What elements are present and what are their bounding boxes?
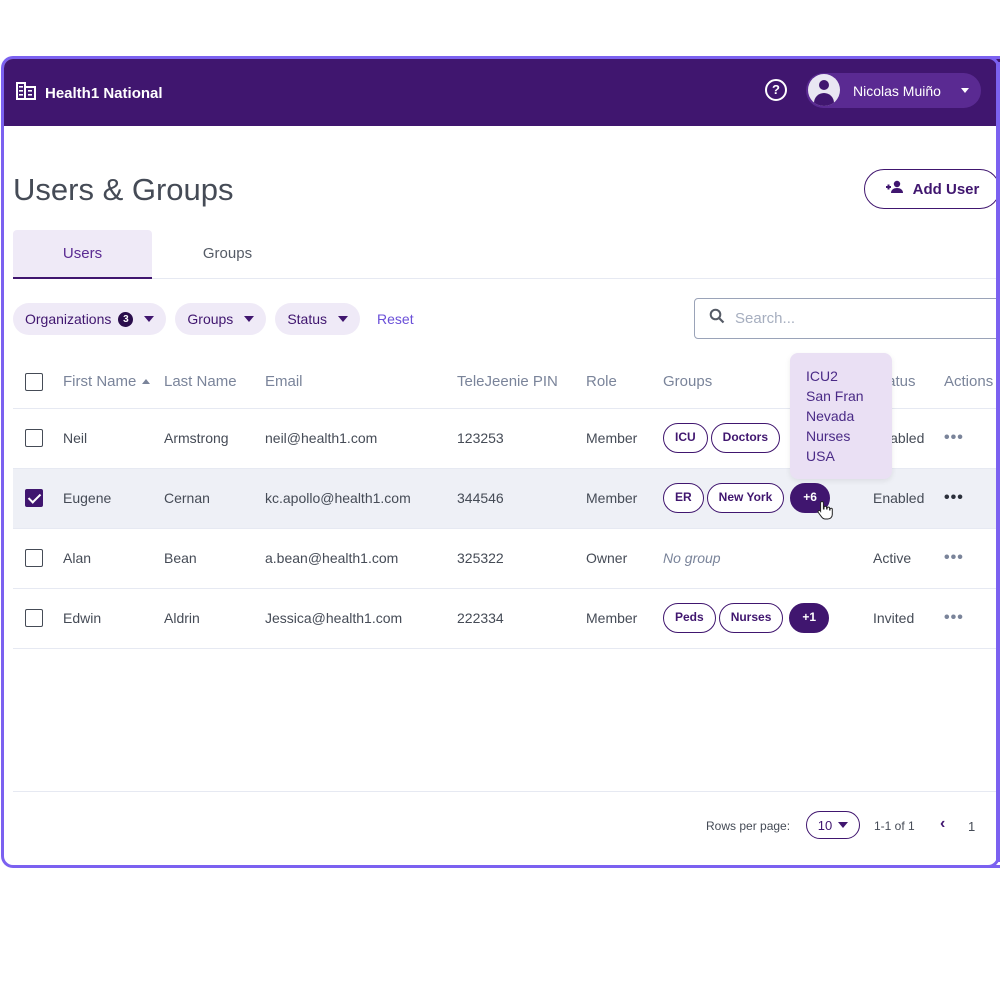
row-checkbox[interactable] [25,489,43,507]
caret-down-icon [144,316,155,322]
search-box[interactable] [694,298,1000,339]
cell-pin: 222334 [457,588,586,649]
row-checkbox[interactable] [25,609,43,627]
column-header-last-name[interactable]: Last Name [164,356,265,409]
add-user-button[interactable]: Add User [864,169,1000,209]
caret-down-icon [961,88,969,93]
top-bar: Health1 National ? Nicolas Muiño [4,59,1000,126]
search-input[interactable] [735,310,965,327]
tooltip-item: ICU2 [806,368,838,384]
org-name: Health1 National [45,85,163,102]
more-groups-chip[interactable]: +1 [789,603,830,633]
cell-first-name: Alan [63,528,164,589]
column-header-email[interactable]: Email [265,356,457,409]
add-user-label: Add User [912,180,980,198]
avatar-icon [808,74,840,106]
cell-email: neil@health1.com [265,408,457,469]
tooltip-item: Nevada [806,408,855,424]
search-icon [709,308,725,329]
cell-role: Owner [586,528,663,589]
group-chip[interactable]: New York [706,483,785,513]
tooltip-item: San Fran [806,388,864,404]
group-chip[interactable]: Peds [663,603,716,633]
tab-groups[interactable]: Groups [158,230,297,279]
cell-pin: 325322 [457,528,586,589]
filter-label: Groups [187,311,234,327]
window-border [996,62,1000,862]
cell-role: Member [586,408,663,469]
cell-pin: 123253 [457,408,586,469]
caret-down-icon [338,316,349,322]
more-actions-icon[interactable]: ••• [944,609,964,626]
rows-per-page-select[interactable]: 10 [806,811,860,839]
table-row[interactable]: Edwin Aldrin Jessica@health1.com 222334 … [13,588,1000,649]
hand-cursor-icon [817,500,833,525]
rows-per-page-label: Rows per page: [706,819,791,833]
cell-email: a.bean@health1.com [265,528,457,589]
app-window: Health1 National ? Nicolas Muiño Users &… [1,56,1000,868]
cell-first-name: Neil [63,408,164,469]
reset-link[interactable]: Reset [377,311,414,327]
caret-down-icon [244,316,255,322]
count-badge: 3 [118,311,134,327]
cell-role: Member [586,468,663,529]
cell-role: Member [586,588,663,649]
tab-bar: Users Groups [13,230,1000,279]
cell-first-name: Eugene [63,468,164,529]
select-all-checkbox[interactable] [25,372,43,391]
cell-last-name: Cernan [164,468,265,529]
cell-groups: Peds Nurses +1 [663,588,873,649]
cell-first-name: Edwin [63,588,164,649]
more-actions-icon[interactable]: ••• [944,429,964,446]
tooltip-item: USA [806,448,835,464]
group-chip[interactable]: ER [663,483,704,513]
sort-ascending-icon [142,379,151,385]
cell-email: Jessica@health1.com [265,588,457,649]
filter-label: Status [287,311,328,327]
table-row[interactable]: Alan Bean a.bean@health1.com 325322 Owne… [13,528,1000,589]
more-actions-icon[interactable]: ••• [944,549,964,566]
cell-status: Active [873,528,944,589]
column-header-first-name[interactable]: First Name [63,356,164,409]
chevron-left-icon[interactable]: ‹ [940,815,945,833]
more-actions-icon[interactable]: ••• [944,489,964,506]
cell-last-name: Aldrin [164,588,265,649]
filter-status[interactable]: Status [275,303,361,335]
user-menu[interactable]: Nicolas Muiño [806,73,981,108]
cell-pin: 344546 [457,468,586,529]
building-icon [16,82,36,105]
groups-tooltip: ICU2 San Fran Nevada Nurses USA [790,353,892,479]
group-chip[interactable]: Nurses [718,603,784,633]
filter-organizations[interactable]: Organizations 3 [13,303,167,335]
caret-down-icon [838,822,849,828]
rows-per-page-value: 10 [817,817,833,833]
tooltip-item: Nurses [806,428,851,444]
org-brand[interactable]: Health1 National [16,82,163,105]
cell-email: kc.apollo@health1.com [265,468,457,529]
cell-status: Invited [873,588,944,649]
pagination-range: 1-1 of 1 [874,819,915,833]
cell-groups: No group [663,528,873,589]
help-icon[interactable]: ? [765,79,787,101]
column-header-actions: Actions [944,356,1000,409]
cell-last-name: Bean [164,528,265,589]
page-number[interactable]: 1 [968,819,975,834]
row-checkbox[interactable] [25,429,43,447]
cell-last-name: Armstrong [164,408,265,469]
tab-users[interactable]: Users [13,230,152,279]
user-name: Nicolas Muiño [853,83,941,99]
page-title: Users & Groups [13,172,234,207]
column-header-role[interactable]: Role [586,356,663,409]
filter-bar: Organizations 3 Groups Status Reset [13,303,414,335]
row-checkbox[interactable] [25,549,43,567]
footer-divider [13,791,1000,792]
filter-label: Organizations [25,311,112,327]
person-add-icon [885,180,905,198]
no-group-text: No group [663,550,721,566]
column-header-pin[interactable]: TeleJeenie PIN [457,356,586,409]
group-chip[interactable]: Doctors [710,423,781,453]
group-chip[interactable]: ICU [663,423,708,453]
filter-groups[interactable]: Groups [175,303,267,335]
